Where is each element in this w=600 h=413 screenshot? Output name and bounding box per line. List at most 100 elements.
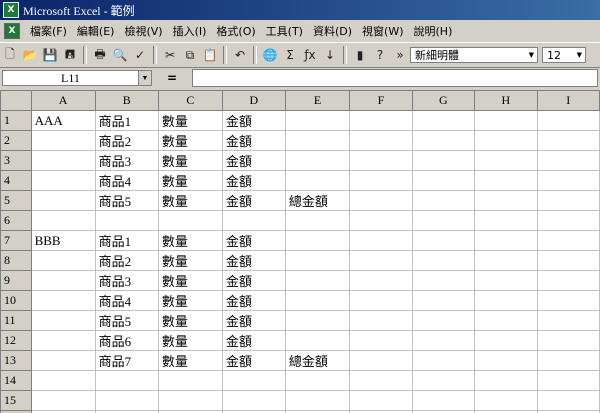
- cell-G7[interactable]: [411, 230, 476, 251]
- cell-I14[interactable]: [536, 370, 600, 391]
- cell-G8[interactable]: [411, 250, 476, 271]
- row-header-15[interactable]: 15: [0, 390, 32, 411]
- sort-ascending-icon[interactable]: ↓: [321, 46, 339, 64]
- cell-B14[interactable]: [94, 370, 159, 391]
- cell-B6[interactable]: [94, 210, 159, 231]
- cell-A1[interactable]: AAA: [30, 110, 96, 131]
- cell-A2[interactable]: [30, 130, 96, 151]
- cell-I1[interactable]: [536, 110, 600, 131]
- cell-G9[interactable]: [411, 270, 476, 291]
- column-header-E[interactable]: E: [284, 90, 351, 111]
- cell-G14[interactable]: [411, 370, 476, 391]
- cell-C6[interactable]: [157, 210, 223, 231]
- chart-wizard-icon[interactable]: ▮: [351, 46, 369, 64]
- formula-input[interactable]: [192, 69, 598, 87]
- cell-I6[interactable]: [536, 210, 600, 231]
- cell-D3[interactable]: 金額: [221, 150, 286, 171]
- cell-F9[interactable]: [349, 270, 413, 291]
- cell-B15[interactable]: [94, 390, 159, 411]
- cell-A15[interactable]: [30, 390, 96, 411]
- cell-E10[interactable]: [284, 290, 351, 311]
- cell-H9[interactable]: [474, 270, 538, 291]
- cell-I5[interactable]: [536, 190, 600, 211]
- cell-D12[interactable]: 金額: [221, 330, 286, 351]
- cell-G10[interactable]: [411, 290, 476, 311]
- cell-E6[interactable]: [284, 210, 351, 231]
- cell-C14[interactable]: [157, 370, 223, 391]
- cell-I13[interactable]: [536, 350, 600, 371]
- cell-E3[interactable]: [284, 150, 351, 171]
- cell-G6[interactable]: [411, 210, 476, 231]
- row-header-4[interactable]: 4: [0, 170, 32, 191]
- copy-icon[interactable]: ⧉: [181, 46, 199, 64]
- function-icon[interactable]: ƒx: [301, 46, 319, 64]
- cell-F12[interactable]: [349, 330, 413, 351]
- help-icon[interactable]: ?: [371, 46, 389, 64]
- cell-F7[interactable]: [349, 230, 413, 251]
- cell-E14[interactable]: [284, 370, 351, 391]
- cell-F8[interactable]: [349, 250, 413, 271]
- cell-I7[interactable]: [536, 230, 600, 251]
- row-header-13[interactable]: 13: [0, 350, 32, 371]
- cell-I11[interactable]: [536, 310, 600, 331]
- cell-B2[interactable]: 商品2: [94, 130, 159, 151]
- row-header-2[interactable]: 2: [0, 130, 32, 151]
- cell-G4[interactable]: [411, 170, 476, 191]
- cell-B8[interactable]: 商品2: [94, 250, 159, 271]
- cell-E5[interactable]: 總金額: [284, 190, 351, 211]
- cell-I4[interactable]: [536, 170, 600, 191]
- column-header-F[interactable]: F: [349, 90, 413, 111]
- cell-C8[interactable]: 數量: [157, 250, 223, 271]
- cell-B12[interactable]: 商品6: [94, 330, 159, 351]
- workbook-icon[interactable]: X: [4, 23, 20, 39]
- cell-F3[interactable]: [349, 150, 413, 171]
- row-header-1[interactable]: 1: [0, 110, 32, 131]
- cell-F14[interactable]: [349, 370, 413, 391]
- open-icon[interactable]: 📂: [21, 46, 39, 64]
- menu-item-0[interactable]: 檔案(F): [25, 23, 72, 39]
- cell-D2[interactable]: 金額: [221, 130, 286, 151]
- row-header-9[interactable]: 9: [0, 270, 32, 291]
- cell-I8[interactable]: [536, 250, 600, 271]
- cell-A3[interactable]: [30, 150, 96, 171]
- cell-H3[interactable]: [474, 150, 538, 171]
- menu-item-6[interactable]: 資料(D): [308, 23, 357, 39]
- cell-G3[interactable]: [411, 150, 476, 171]
- cell-C4[interactable]: 數量: [157, 170, 223, 191]
- cell-C7[interactable]: 數量: [157, 230, 223, 251]
- cell-D5[interactable]: 金額: [221, 190, 286, 211]
- column-header-H[interactable]: H: [474, 90, 538, 111]
- cell-D9[interactable]: 金額: [221, 270, 286, 291]
- cell-A14[interactable]: [30, 370, 96, 391]
- cell-F11[interactable]: [349, 310, 413, 331]
- excel-icon[interactable]: X: [3, 2, 19, 18]
- row-header-8[interactable]: 8: [0, 250, 32, 271]
- cell-F6[interactable]: [349, 210, 413, 231]
- cell-C13[interactable]: 數量: [157, 350, 223, 371]
- undo-icon[interactable]: ↶: [231, 46, 249, 64]
- cell-B7[interactable]: 商品1: [94, 230, 159, 251]
- cell-A11[interactable]: [30, 310, 96, 331]
- cell-C15[interactable]: [157, 390, 223, 411]
- cell-F15[interactable]: [349, 390, 413, 411]
- font-name-select[interactable]: 新細明體 ▼: [410, 47, 538, 63]
- row-header-5[interactable]: 5: [0, 190, 32, 211]
- cell-I10[interactable]: [536, 290, 600, 311]
- cell-F1[interactable]: [349, 110, 413, 131]
- cell-C9[interactable]: 數量: [157, 270, 223, 291]
- cell-D8[interactable]: 金額: [221, 250, 286, 271]
- cell-H8[interactable]: [474, 250, 538, 271]
- menu-item-1[interactable]: 編輯(E): [72, 23, 120, 39]
- cell-B1[interactable]: 商品1: [94, 110, 159, 131]
- row-header-11[interactable]: 11: [0, 310, 32, 331]
- cell-H13[interactable]: [474, 350, 538, 371]
- column-header-I[interactable]: I: [536, 90, 600, 111]
- cell-E7[interactable]: [284, 230, 351, 251]
- cell-G2[interactable]: [411, 130, 476, 151]
- permission-icon[interactable]: 🖪: [61, 46, 79, 64]
- column-header-C[interactable]: C: [157, 90, 223, 111]
- cell-D10[interactable]: 金額: [221, 290, 286, 311]
- paste-icon[interactable]: 📋: [201, 46, 219, 64]
- cell-C10[interactable]: 數量: [157, 290, 223, 311]
- cell-C11[interactable]: 數量: [157, 310, 223, 331]
